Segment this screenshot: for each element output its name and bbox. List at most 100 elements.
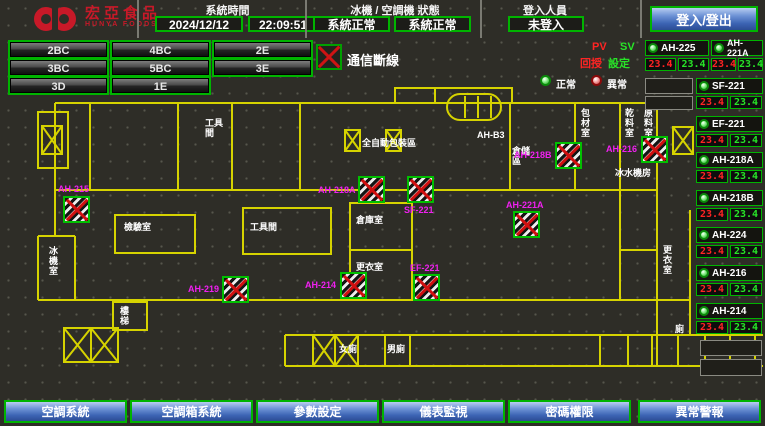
room-label: 廁 [675, 324, 684, 334]
unit-pv: 23.4 [696, 208, 728, 221]
system-time-value: 22:09:51 [248, 16, 318, 32]
device-marker[interactable] [340, 272, 367, 299]
device-marker[interactable] [63, 196, 90, 223]
unit-pv: 23.4 [696, 245, 728, 258]
menu-password-button[interactable]: 密碼權限 [508, 400, 631, 423]
unit-pv: 23.4 [696, 283, 728, 296]
room-label: 全自動包裝區 [362, 138, 416, 148]
unit-name: SF-221 [712, 81, 745, 92]
unit-sv: 23.4 [678, 58, 709, 71]
floor-button-4bc[interactable]: 4BC [112, 42, 209, 57]
unit-name: AH-218B [712, 193, 754, 204]
floor-button-3d[interactable]: 3D [10, 78, 107, 93]
unit-status-led [699, 230, 709, 240]
device-label: SF-221 [404, 205, 434, 215]
device-label: EF-221 [410, 263, 440, 273]
top-bar: 宏亞食品 HUNYA FOODS 系統時間 2024/12/12 22:09:5… [0, 0, 765, 38]
room-label: 更衣室 [662, 245, 672, 275]
room-label: 更衣室 [356, 262, 383, 272]
room-label: 冰水機房 [615, 168, 651, 178]
room-label: 工具間 [205, 118, 227, 138]
unit-status-led [699, 81, 709, 91]
device-label: AH-218B [514, 150, 552, 160]
unit-tile[interactable]: AH-218B [696, 190, 763, 206]
unit-name: AH-225 [661, 43, 695, 54]
unit-tile[interactable]: AH-214 [696, 303, 763, 319]
unit-pv: 23.4 [645, 58, 676, 71]
abnormal-led-icon [591, 75, 602, 86]
device-marker[interactable] [222, 276, 249, 303]
menu-ahu-system-button[interactable]: 空調箱系統 [130, 400, 253, 423]
login-logout-button[interactable]: 登入/登出 [650, 6, 758, 32]
floor-button-1e[interactable]: 1E [112, 78, 209, 93]
floor-button-2bc[interactable]: 2BC [10, 42, 107, 57]
unit-tile[interactable]: AH-221A [711, 40, 763, 56]
floor-button-5bc[interactable]: 5BC [112, 60, 209, 75]
ahu-status-value: 系統正常 [394, 16, 471, 32]
unit-sv: 23.4 [730, 134, 762, 147]
device-label: AH-221A [506, 200, 544, 210]
menu-meters-button[interactable]: 儀表監視 [382, 400, 505, 423]
device-label: AH-219 [188, 284, 219, 294]
device-marker[interactable] [513, 211, 540, 238]
menu-alarm-button[interactable]: 異常警報 [638, 400, 761, 423]
unit-status-led [714, 43, 724, 53]
unit-name: AH-221A [727, 38, 762, 58]
unit-status-led [699, 193, 709, 203]
hunya-logo-icon [32, 4, 78, 34]
unit-pv: 23.4 [711, 58, 736, 71]
unit-name: AH-216 [712, 268, 746, 279]
normal-led-icon [540, 75, 551, 86]
empty-tile [645, 78, 693, 94]
unit-sv: 23.4 [730, 208, 762, 221]
unit-tile[interactable]: EF-221 [696, 116, 763, 132]
unit-sv: 23.4 [730, 321, 762, 334]
unit-tile[interactable]: AH-218A [696, 152, 763, 168]
unit-status-led [699, 155, 709, 165]
unit-name: AH-224 [712, 230, 746, 241]
empty-tile [645, 96, 693, 110]
menu-parameters-button[interactable]: 參數設定 [256, 400, 379, 423]
unit-tile[interactable]: AH-225 [645, 40, 709, 56]
room-label: 工具間 [250, 222, 277, 232]
device-label: AH-216 [606, 144, 637, 154]
unit-tile[interactable]: AH-216 [696, 265, 763, 281]
device-marker[interactable] [641, 136, 668, 163]
unit-status-led [648, 43, 658, 53]
comm-loss-label: 通信斷線 [347, 50, 399, 69]
room-label: AH-B3 [477, 130, 505, 140]
unit-name: AH-214 [712, 306, 746, 317]
sv-header: SV [620, 41, 635, 53]
device-marker[interactable] [413, 274, 440, 301]
device-label: AH-215 [58, 184, 89, 194]
unit-pv: 23.4 [696, 170, 728, 183]
chiller-status-value: 系統正常 [313, 16, 390, 32]
unit-name: EF-221 [712, 119, 745, 130]
room-label: 樓梯 [120, 306, 132, 326]
unit-tile[interactable]: AH-224 [696, 227, 763, 243]
pv-header: PV [592, 41, 607, 53]
room-label: 倉庫室 [356, 215, 383, 225]
menu-ac-system-button[interactable]: 空調系統 [4, 400, 127, 423]
unit-sv: 23.4 [730, 170, 762, 183]
unit-status-led [699, 119, 709, 129]
room-label: 包材室 [580, 108, 590, 138]
floor-button-3bc[interactable]: 3BC [10, 60, 107, 75]
unit-sv: 23.4 [730, 96, 762, 109]
device-marker[interactable] [555, 142, 582, 169]
floor-button-2e[interactable]: 2E [214, 42, 311, 57]
room-label: 冰機室 [48, 246, 58, 276]
room-label: 乾料室 [624, 108, 634, 138]
system-date-value: 2024/12/12 [155, 16, 243, 32]
unit-tile[interactable]: SF-221 [696, 78, 763, 94]
room-label: 女廁 [339, 344, 357, 354]
unit-pv: 23.4 [696, 134, 728, 147]
unit-status-led [699, 306, 709, 316]
device-marker[interactable] [407, 176, 434, 203]
device-marker[interactable] [358, 176, 385, 203]
floor-button-3e[interactable]: 3E [214, 60, 311, 75]
abnormal-label: 異常 [607, 76, 627, 91]
login-status-value: 未登入 [508, 16, 584, 32]
pv-desc: 回授 [580, 55, 602, 71]
sv-desc: 設定 [608, 55, 630, 71]
